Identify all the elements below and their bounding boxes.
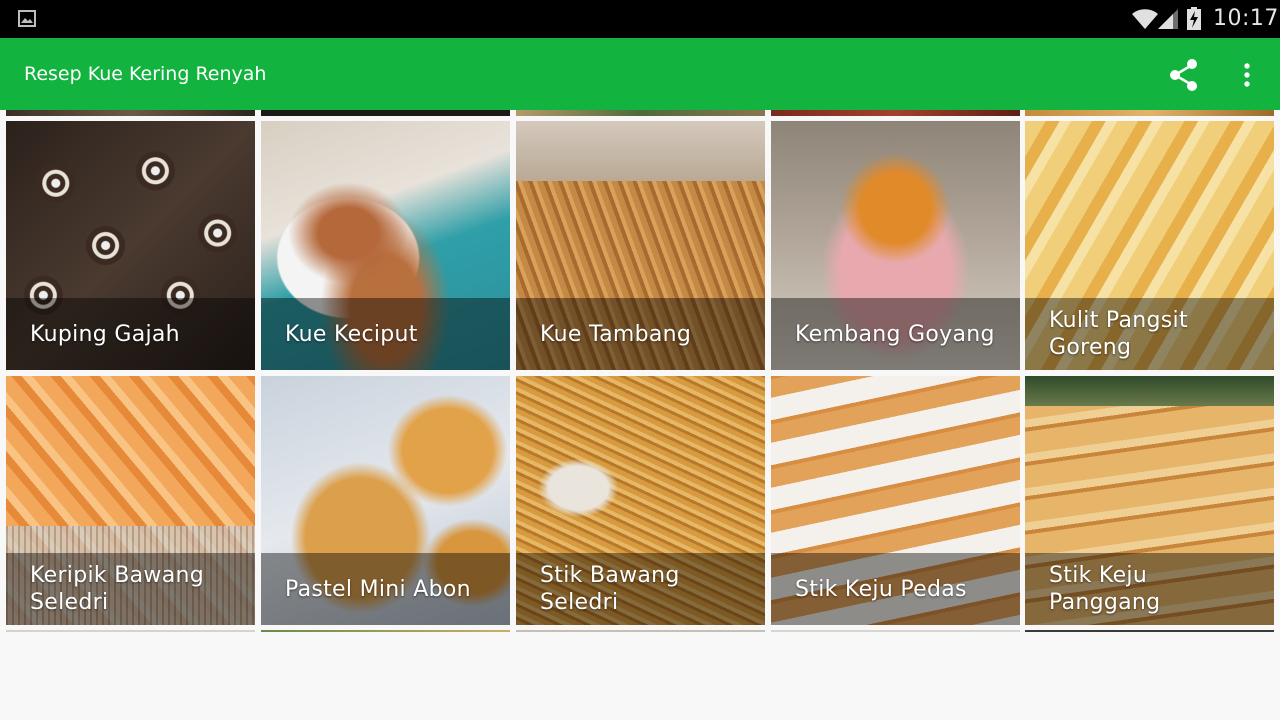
recipe-title: Kue Tambang bbox=[540, 321, 692, 347]
recipe-tile-partial[interactable] bbox=[516, 630, 765, 632]
recipe-photo-top bbox=[1025, 376, 1274, 406]
recipe-tile-partial[interactable] bbox=[516, 110, 765, 116]
recipe-tile-partial[interactable] bbox=[1025, 110, 1274, 116]
recipe-tile[interactable]: Kulit Pangsit Goreng bbox=[1025, 121, 1274, 370]
recipe-tile[interactable]: Stik Bawang Seledri bbox=[516, 376, 765, 625]
recipe-title: Kuping Gajah bbox=[30, 321, 180, 347]
recipe-tile-partial[interactable] bbox=[771, 110, 1020, 116]
recipe-photo-top bbox=[516, 121, 765, 181]
recipe-tile-partial[interactable] bbox=[6, 110, 255, 116]
battery-charging-icon bbox=[1187, 7, 1201, 30]
recipe-title: Stik Bawang Seledri bbox=[540, 563, 680, 615]
recipe-title: Stik Keju Panggang bbox=[1049, 563, 1161, 615]
recipe-title: Keripik Bawang Seledri bbox=[30, 563, 204, 615]
signal-icon bbox=[1158, 9, 1178, 29]
recipe-tile-partial[interactable] bbox=[771, 630, 1020, 632]
recipe-title: Kulit Pangsit Goreng bbox=[1049, 308, 1188, 360]
recipe-title: Pastel Mini Abon bbox=[285, 576, 471, 602]
recipe-tile[interactable]: Keripik Bawang Seledri bbox=[6, 376, 255, 625]
recipe-tile[interactable]: Stik Keju Pedas bbox=[771, 376, 1020, 625]
overflow-menu-button[interactable] bbox=[1232, 55, 1262, 95]
recipe-tile-partial[interactable] bbox=[1025, 630, 1274, 632]
recipe-tile[interactable]: Kuping Gajah bbox=[6, 121, 255, 370]
recipe-tile[interactable]: Pastel Mini Abon bbox=[261, 376, 510, 625]
status-bar: 10:17 bbox=[0, 0, 1280, 38]
recipe-title: Stik Keju Pedas bbox=[795, 576, 967, 602]
share-icon bbox=[1170, 59, 1197, 91]
overflow-menu-icon bbox=[1244, 63, 1250, 87]
recipe-tile-partial[interactable] bbox=[261, 630, 510, 632]
recipe-title: Kembang Goyang bbox=[795, 321, 995, 347]
recipe-tile-partial[interactable] bbox=[6, 630, 255, 632]
recipe-grid: Kuping Gajah Kue Keciput Kue Tambang Kem… bbox=[0, 110, 1280, 632]
app-bar: Resep Kue Kering Renyah bbox=[0, 38, 1280, 110]
recipe-tile[interactable]: Stik Keju Panggang bbox=[1025, 376, 1274, 625]
gallery-icon bbox=[18, 10, 36, 27]
wifi-icon bbox=[1132, 9, 1158, 29]
recipe-tile[interactable]: Kembang Goyang bbox=[771, 121, 1020, 370]
share-button[interactable] bbox=[1166, 55, 1202, 95]
recipe-tile-partial[interactable] bbox=[261, 110, 510, 116]
app-title: Resep Kue Kering Renyah bbox=[24, 63, 267, 85]
status-time: 10:17 bbox=[1213, 6, 1279, 31]
recipe-tile[interactable]: Kue Keciput bbox=[261, 121, 510, 370]
recipe-title: Kue Keciput bbox=[285, 321, 418, 347]
recipe-tile[interactable]: Kue Tambang bbox=[516, 121, 765, 370]
